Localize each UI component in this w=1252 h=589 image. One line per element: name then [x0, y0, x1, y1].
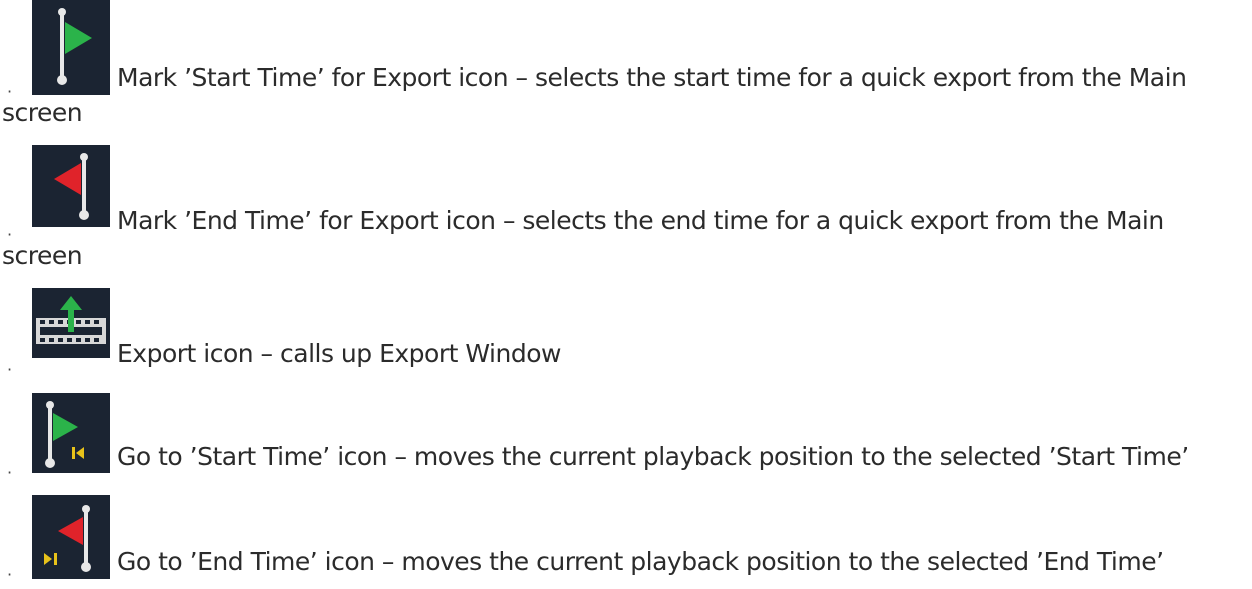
- list-item-mark-end: · Mark ’End Time’ for Export icon – sele…: [0, 145, 1252, 295]
- item-text: Go to ’Start Time’ icon – moves the curr…: [117, 442, 1189, 471]
- item-text-continued: screen: [2, 241, 83, 270]
- list-item-mark-start: · Mark ’Start Time’ for Export icon – se…: [0, 0, 1252, 150]
- flag-start-icon: [32, 0, 110, 95]
- list-item-export: · Export icon – calls up Export Window: [0, 286, 1252, 379]
- item-text: Mark ’Start Time’ for Export icon – sele…: [117, 63, 1187, 92]
- bullet: ·: [7, 565, 12, 584]
- item-text: Go to ’End Time’ icon – moves the curren…: [117, 547, 1164, 576]
- item-text: Mark ’End Time’ for Export icon – select…: [117, 206, 1164, 235]
- list-item-goto-start: · Go to ’Start Time’ icon – moves the cu…: [0, 393, 1252, 493]
- item-text-continued: screen: [2, 98, 83, 127]
- item-text: Export icon – calls up Export Window: [117, 339, 561, 368]
- flag-end-icon: [32, 145, 110, 227]
- bullet: ·: [7, 360, 12, 379]
- goto-end-icon: [32, 495, 110, 579]
- list-item-goto-end: · Go to ’End Time’ icon – moves the curr…: [0, 495, 1252, 589]
- goto-start-icon: [32, 393, 110, 473]
- bullet: ·: [7, 463, 12, 482]
- export-film-icon: [32, 288, 110, 358]
